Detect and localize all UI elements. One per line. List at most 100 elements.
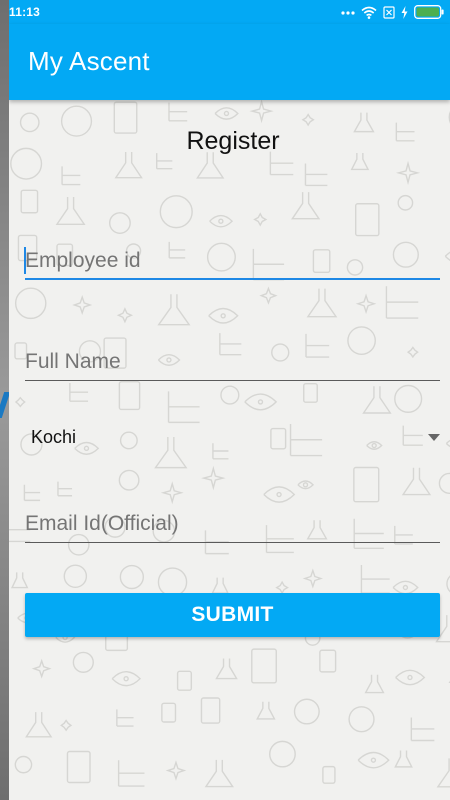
full-name-field[interactable]: Full Name <box>25 337 440 381</box>
full-name-placeholder: Full Name <box>25 350 121 373</box>
location-selected-value: Kochi <box>31 427 77 447</box>
doodle-shape <box>220 385 240 405</box>
doodle-shape <box>14 396 26 408</box>
submit-button[interactable]: SUBMIT <box>25 593 440 637</box>
dropdown-arrow-icon[interactable] <box>428 434 440 441</box>
doodle-shape <box>244 393 278 411</box>
doodle-shape <box>14 755 33 774</box>
doodle-shape <box>410 717 435 742</box>
doodle-shape <box>55 197 86 225</box>
doodle-shape <box>306 288 338 318</box>
doodle-shape <box>322 765 336 784</box>
doodle-shape <box>395 669 426 686</box>
doodle-shape <box>57 481 73 497</box>
employee-id-placeholder: Employee id <box>25 249 141 272</box>
more-dots-icon <box>341 11 355 15</box>
doodle-shape <box>291 192 321 220</box>
email-field[interactable]: Email Id(Official) <box>25 499 440 543</box>
doodle-shape <box>108 212 131 234</box>
doodle-shape <box>63 564 88 588</box>
page-title: Register <box>186 127 280 155</box>
doodle-shape <box>117 760 145 787</box>
app-title: My Ascent <box>28 46 150 76</box>
doodle-shape <box>436 758 450 788</box>
doodle-shape <box>256 701 276 720</box>
doodle-shape <box>394 750 413 768</box>
doodle-shape <box>445 439 450 448</box>
doodle-shape <box>20 189 39 214</box>
doodle-shape <box>159 195 193 229</box>
doodle-shape <box>302 568 323 589</box>
status-time: 11:13 <box>9 5 41 19</box>
doodle-shape <box>60 719 73 732</box>
doodle-shape <box>61 166 81 186</box>
doodle-shape <box>348 706 375 733</box>
doodle-shape <box>293 698 320 725</box>
doodle-shape <box>353 466 380 503</box>
doodle-shape <box>14 287 47 320</box>
doodle-shape <box>362 386 392 414</box>
wifi-icon <box>361 6 377 19</box>
doodle-shape <box>118 469 140 491</box>
doodle-shape <box>215 658 238 680</box>
doodle-shape <box>118 380 141 411</box>
doodle-shape <box>319 649 337 673</box>
doodle-shape <box>69 383 89 402</box>
doodle-shape <box>214 107 239 120</box>
doodle-shape <box>157 294 191 326</box>
previous-activity-edge <box>0 0 11 800</box>
doodle-shape <box>444 251 450 262</box>
doodle-shape <box>200 697 221 724</box>
doodle-shape <box>385 286 419 319</box>
doodle-shape <box>259 286 278 305</box>
doodle-shape <box>10 572 29 589</box>
status-icons <box>341 4 444 20</box>
doodle-background <box>9 98 450 788</box>
doodle-shape <box>116 709 134 727</box>
doodle-shape <box>397 194 414 211</box>
doodle-shape <box>165 760 187 781</box>
doodle-shape <box>304 163 328 187</box>
app-bar: My Ascent <box>9 24 450 100</box>
email-placeholder: Email Id(Official) <box>25 512 179 535</box>
doodle-shape <box>116 307 134 324</box>
doodle-shape <box>204 759 234 788</box>
doodle-shape <box>201 465 226 491</box>
doodle-shape <box>211 577 230 594</box>
doodle-shape <box>167 391 200 424</box>
doodle-shape <box>31 658 52 679</box>
doodle-shape <box>269 740 296 768</box>
doodle-shape <box>208 307 239 324</box>
doodle-shape <box>301 113 315 127</box>
doodle-shape <box>209 214 234 228</box>
doodle-shape <box>25 712 53 738</box>
doodle-shape <box>394 384 423 413</box>
email-underline <box>25 542 440 543</box>
doodle-shape <box>392 580 419 595</box>
doodle-shape <box>111 671 142 687</box>
doodle-shape <box>297 480 315 490</box>
charging-icon <box>401 5 408 19</box>
employee-id-field[interactable]: Employee id <box>24 236 440 280</box>
full-name-underline <box>25 380 440 381</box>
doodle-shape <box>303 382 318 403</box>
status-bar: 11:13 <box>9 0 450 24</box>
doodle-shape <box>357 751 390 769</box>
employee-id-underline <box>25 278 440 280</box>
sim-disabled-icon <box>383 5 395 19</box>
doodle-shape <box>354 203 380 237</box>
doodle-shape <box>395 160 421 185</box>
doodle-shape <box>251 648 277 684</box>
doodle-shape <box>360 564 390 594</box>
doodle-shape <box>249 98 274 124</box>
doodle-shape <box>438 472 450 495</box>
doodle-shape <box>275 580 289 595</box>
location-dropdown[interactable]: Kochi <box>25 420 440 456</box>
doodle-shape <box>66 750 91 784</box>
doodle-shape <box>157 567 188 597</box>
doodle-shape <box>176 670 193 691</box>
register-activity: 11:13 My Ascent Register Employee id Ful… <box>9 0 450 800</box>
doodle-shape <box>364 674 385 694</box>
doodle-shape <box>72 651 94 673</box>
doodle-shape <box>168 102 188 122</box>
